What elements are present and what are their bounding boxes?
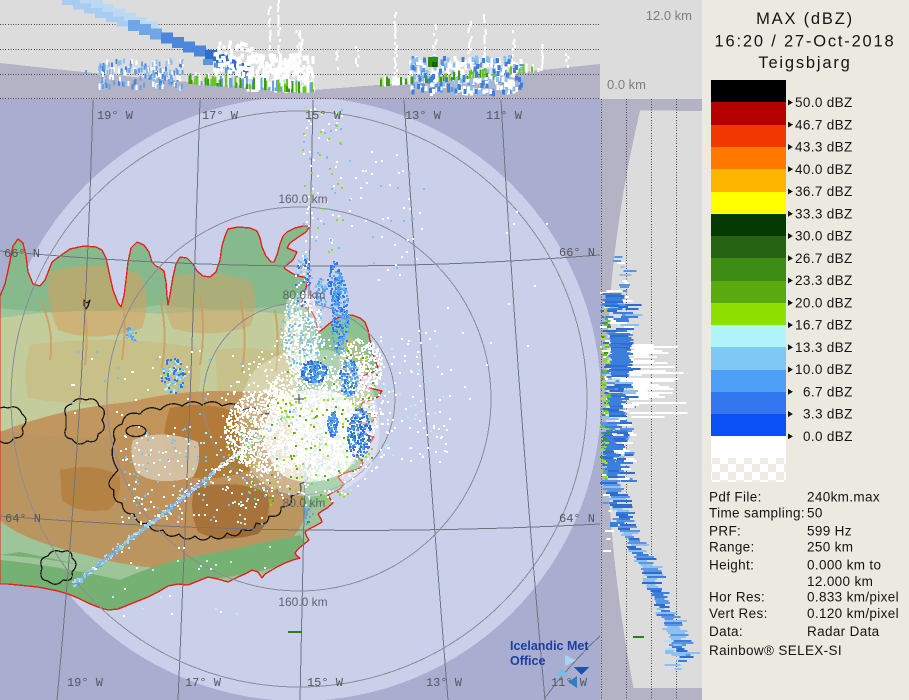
svg-text:Teigsbjarg: Teigsbjarg [758, 54, 851, 72]
svg-text:30.0 dBZ: 30.0 dBZ [795, 229, 853, 244]
svg-text:46.7 dBZ: 46.7 dBZ [795, 117, 853, 132]
svg-text:MAX (dBZ): MAX (dBZ) [756, 10, 854, 28]
svg-text:64° N: 64° N [559, 512, 595, 526]
svg-text:Vert Res:: Vert Res: [709, 606, 768, 621]
svg-text:17° W: 17° W [185, 676, 222, 690]
svg-text:Hor Res:: Hor Res: [709, 590, 765, 605]
svg-text:13° W: 13° W [405, 109, 442, 123]
svg-text:Office: Office [510, 654, 545, 668]
svg-text:15° W: 15° W [307, 676, 344, 690]
svg-text:3.3 dBZ: 3.3 dBZ [803, 407, 853, 422]
svg-text:66° N: 66° N [4, 247, 40, 261]
svg-text:160.0 km: 160.0 km [278, 595, 327, 609]
svg-text:36.7 dBZ: 36.7 dBZ [795, 184, 853, 199]
svg-text:43.3 dBZ: 43.3 dBZ [795, 140, 853, 155]
svg-text:12.000 km: 12.000 km [807, 574, 873, 589]
svg-text:19° W: 19° W [97, 109, 134, 123]
svg-text:0.0 dBZ: 0.0 dBZ [803, 429, 853, 444]
svg-text:Pdf File:: Pdf File: [709, 490, 762, 505]
svg-text:160.0 km: 160.0 km [278, 192, 327, 206]
svg-text:Radar Data: Radar Data [807, 624, 880, 639]
svg-text:64° N: 64° N [5, 512, 41, 526]
svg-text:40.0 dBZ: 40.0 dBZ [795, 162, 853, 177]
svg-text:240km.max: 240km.max [807, 490, 880, 505]
svg-text:Icelandic Met: Icelandic Met [510, 639, 589, 653]
svg-text:6.7 dBZ: 6.7 dBZ [803, 384, 853, 399]
svg-text:17° W: 17° W [202, 109, 239, 123]
svg-text:66° N: 66° N [559, 246, 595, 260]
svg-text:80.0 km: 80.0 km [283, 496, 326, 510]
svg-text:15° W: 15° W [305, 109, 342, 123]
svg-text:0.0 km: 0.0 km [607, 77, 646, 92]
svg-text:11° W: 11° W [486, 109, 523, 123]
svg-text:50.0 dBZ: 50.0 dBZ [795, 95, 853, 110]
svg-text:13.3 dBZ: 13.3 dBZ [795, 340, 853, 355]
svg-text:23.3 dBZ: 23.3 dBZ [795, 273, 853, 288]
svg-text:80.0 km: 80.0 km [283, 288, 326, 302]
svg-text:11° W: 11° W [551, 676, 588, 690]
svg-text:16.7 dBZ: 16.7 dBZ [795, 318, 853, 333]
svg-text:Time sampling:: Time sampling: [709, 506, 805, 521]
svg-text:Range:: Range: [709, 540, 755, 555]
svg-text:PRF:: PRF: [709, 524, 741, 539]
svg-text:10.0 dBZ: 10.0 dBZ [795, 362, 853, 377]
svg-text:Height:: Height: [709, 558, 754, 573]
svg-text:Rainbow® SELEX-SI: Rainbow® SELEX-SI [709, 643, 842, 658]
svg-text:50: 50 [807, 506, 823, 521]
svg-text:16:20 / 27-Oct-2018: 16:20 / 27-Oct-2018 [715, 33, 896, 51]
svg-text:26.7 dBZ: 26.7 dBZ [795, 251, 853, 266]
svg-text:20.0 dBZ: 20.0 dBZ [795, 295, 853, 310]
svg-text:19° W: 19° W [67, 676, 104, 690]
svg-text:0.000 km to: 0.000 km to [807, 558, 881, 573]
svg-text:250 km: 250 km [807, 540, 853, 555]
svg-text:0.120 km/pixel: 0.120 km/pixel [807, 606, 899, 621]
svg-text:0.833 km/pixel: 0.833 km/pixel [807, 590, 899, 605]
svg-text:33.3 dBZ: 33.3 dBZ [795, 206, 853, 221]
svg-text:13° W: 13° W [426, 676, 463, 690]
svg-text:Data:: Data: [709, 624, 743, 639]
svg-text:12.0 km: 12.0 km [646, 8, 692, 23]
svg-text:599 Hz: 599 Hz [807, 524, 852, 539]
